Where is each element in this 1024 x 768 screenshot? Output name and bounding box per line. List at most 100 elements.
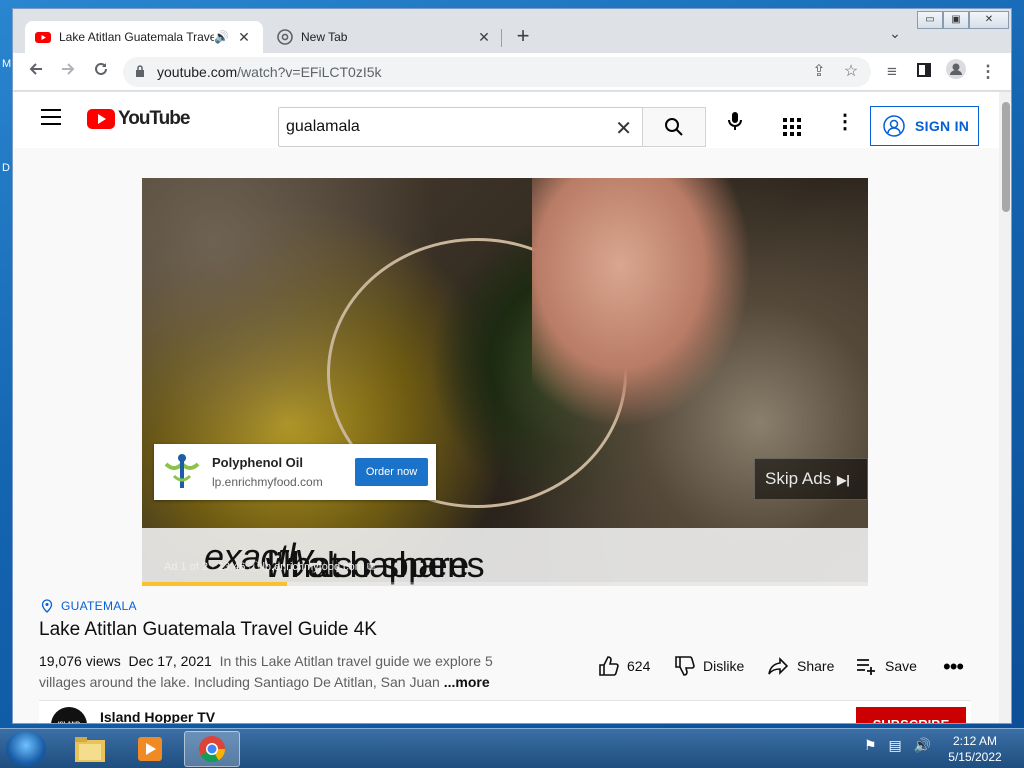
ad-progress-bar[interactable] (142, 582, 868, 586)
sign-in-label: SIGN IN (915, 118, 970, 134)
restore-button[interactable]: ▣ (943, 11, 969, 29)
view-count: 19,076 views (39, 653, 121, 669)
video-caption: I’ll also share exactly what happens (142, 528, 868, 586)
tab-close-icon[interactable]: ✕ (235, 29, 253, 46)
tab-strip: Lake Atitlan Guatemala Trave 🔊 ✕ New Tab… (13, 9, 1011, 53)
apps-grid-icon[interactable] (783, 118, 801, 136)
tab-search-button[interactable]: ⌄ (883, 25, 907, 49)
subscribe-button[interactable]: SUBSCRIBE (856, 707, 966, 723)
show-more-link[interactable]: ...more (444, 674, 490, 690)
file-explorer-taskbar-button[interactable] (62, 731, 118, 767)
skip-next-icon: ▶| (837, 473, 850, 487)
tab-close-icon[interactable]: ✕ (475, 29, 493, 46)
channel-name[interactable]: Island Hopper TV (100, 709, 215, 723)
skip-ads-button[interactable]: Skip Ads ▶| (754, 458, 868, 500)
sign-in-button[interactable]: SIGN IN (870, 106, 979, 146)
share-arrow-icon (768, 657, 789, 675)
microphone-icon[interactable] (723, 109, 747, 133)
side-panel-glyph (917, 63, 931, 77)
start-button-icon[interactable] (6, 731, 46, 767)
clock-time: 2:12 AM (952, 734, 998, 748)
video-player[interactable]: I’ll also share exactly what happens Ad … (142, 178, 868, 586)
system-tray-icons[interactable]: ⚑ ▤ 🔊 (864, 737, 931, 754)
account-circle-icon (883, 115, 905, 137)
ad-name: Polyphenol Oil (212, 455, 304, 470)
side-panel-icon[interactable] (911, 59, 937, 85)
volume-icon[interactable]: 🔊 (914, 737, 931, 753)
bookmark-star-icon[interactable]: ☆ (839, 60, 863, 84)
video-hand-shape (532, 178, 752, 428)
tab-new-tab[interactable]: New Tab ✕ (267, 21, 503, 53)
desktop-icon-label[interactable]: D (2, 162, 10, 174)
chrome-logo-icon (199, 736, 226, 763)
tab-youtube[interactable]: Lake Atitlan Guatemala Trave 🔊 ✕ (25, 21, 263, 53)
share-button[interactable]: Share (767, 655, 834, 677)
like-button[interactable]: 624 (597, 655, 650, 677)
close-window-button[interactable]: ✕ (969, 11, 1009, 29)
skip-ads-label: Skip Ads (765, 469, 832, 488)
page-scrollbar[interactable] (999, 92, 1011, 723)
location-tag[interactable]: GUATEMALA (41, 599, 137, 613)
address-bar[interactable]: youtube.com/watch?v=EFiLCT0zI5k ⇪ ☆ (123, 57, 871, 87)
lock-icon[interactable] (135, 65, 145, 77)
browser-window: Lake Atitlan Guatemala Trave 🔊 ✕ New Tab… (12, 8, 1012, 724)
url-text[interactable]: youtube.com/watch?v=EFiLCT0zI5k (157, 64, 382, 80)
location-pin-icon (41, 599, 53, 613)
ad-domain: lp.enrichmyfood.com (212, 475, 323, 489)
save-button[interactable]: Save (855, 655, 917, 677)
youtube-header: YouTube gualamala ✕ ⋮ SIGN IN (13, 92, 999, 148)
scrollbar-thumb[interactable] (1002, 102, 1010, 212)
order-now-button[interactable]: Order now (355, 458, 428, 486)
audio-playing-icon[interactable]: 🔊 (214, 30, 229, 44)
thumbs-up-icon (599, 656, 619, 676)
network-icon[interactable]: ▤ (888, 737, 901, 753)
share-label: Share (797, 658, 835, 674)
minimize-button[interactable]: ▭ (917, 11, 943, 29)
tab-separator (501, 29, 502, 47)
add-to-playlist-icon (857, 659, 875, 675)
youtube-play-icon (87, 109, 115, 129)
upload-date: Dec 17, 2021 (128, 653, 212, 669)
location-tag-label: GUATEMALA (61, 599, 137, 613)
more-actions-icon[interactable]: ••• (943, 654, 964, 680)
browser-toolbar: youtube.com/watch?v=EFiLCT0zI5k ⇪ ☆ ≡ ⋮ (13, 53, 1011, 91)
url-path: /watch?v=EFiLCT0zI5k (237, 64, 382, 80)
chrome-menu-icon[interactable]: ⋮ (975, 59, 1001, 85)
ad-card[interactable]: Polyphenol Oil lp.enrichmyfood.com Order… (154, 444, 436, 500)
hamburger-menu-icon[interactable] (41, 109, 61, 129)
share-page-icon[interactable]: ⇪ (807, 60, 831, 84)
ad-progress-fill (142, 582, 288, 586)
search-button[interactable] (642, 107, 706, 147)
thumbs-down-icon (675, 656, 695, 676)
search-input[interactable]: gualamala ✕ (278, 107, 643, 147)
taskbar-clock[interactable]: 2:12 AM 5/15/2022 (940, 733, 1010, 765)
channel-avatar[interactable]: ISLAND HOPPER (51, 707, 87, 723)
dislike-button[interactable]: Dislike (673, 655, 744, 677)
settings-more-icon[interactable]: ⋮ (835, 110, 855, 134)
youtube-favicon-icon (35, 32, 51, 43)
clear-search-icon[interactable]: ✕ (615, 116, 632, 141)
youtube-logo[interactable]: YouTube (87, 108, 190, 130)
ad-meta-text[interactable]: Ad 1 of 2 · 13:46 ⓘ lp.enrichmyfood.com … (164, 558, 375, 574)
chrome-icon (277, 29, 293, 45)
media-control-icon[interactable]: ≡ (879, 59, 905, 85)
taskbar: ⚑ ▤ 🔊 2:12 AM 5/15/2022 (0, 728, 1024, 768)
search-query: gualamala (286, 118, 360, 135)
forward-button[interactable] (55, 59, 81, 85)
profile-button[interactable] (943, 59, 969, 85)
desktop-icon-label[interactable]: M (2, 58, 11, 70)
reload-icon (95, 62, 107, 75)
youtube-wordmark: YouTube (118, 108, 190, 129)
back-button[interactable] (23, 59, 49, 85)
action-center-flag-icon[interactable]: ⚑ (864, 737, 877, 753)
chrome-taskbar-button[interactable] (184, 731, 240, 767)
profile-avatar-icon (946, 59, 966, 79)
media-player-taskbar-button[interactable] (122, 731, 178, 767)
search-icon (665, 118, 683, 136)
video-title: Lake Atitlan Guatemala Travel Guide 4K (39, 619, 377, 640)
channel-bar: ISLAND HOPPER Island Hopper TV SUBSCRIBE (39, 700, 971, 723)
reload-button[interactable] (88, 59, 114, 85)
new-tab-button[interactable]: + (511, 25, 535, 49)
tab-title: Lake Atitlan Guatemala Trave (59, 30, 215, 44)
video-description[interactable]: 19,076 views Dec 17, 2021 In this Lake A… (39, 651, 509, 693)
